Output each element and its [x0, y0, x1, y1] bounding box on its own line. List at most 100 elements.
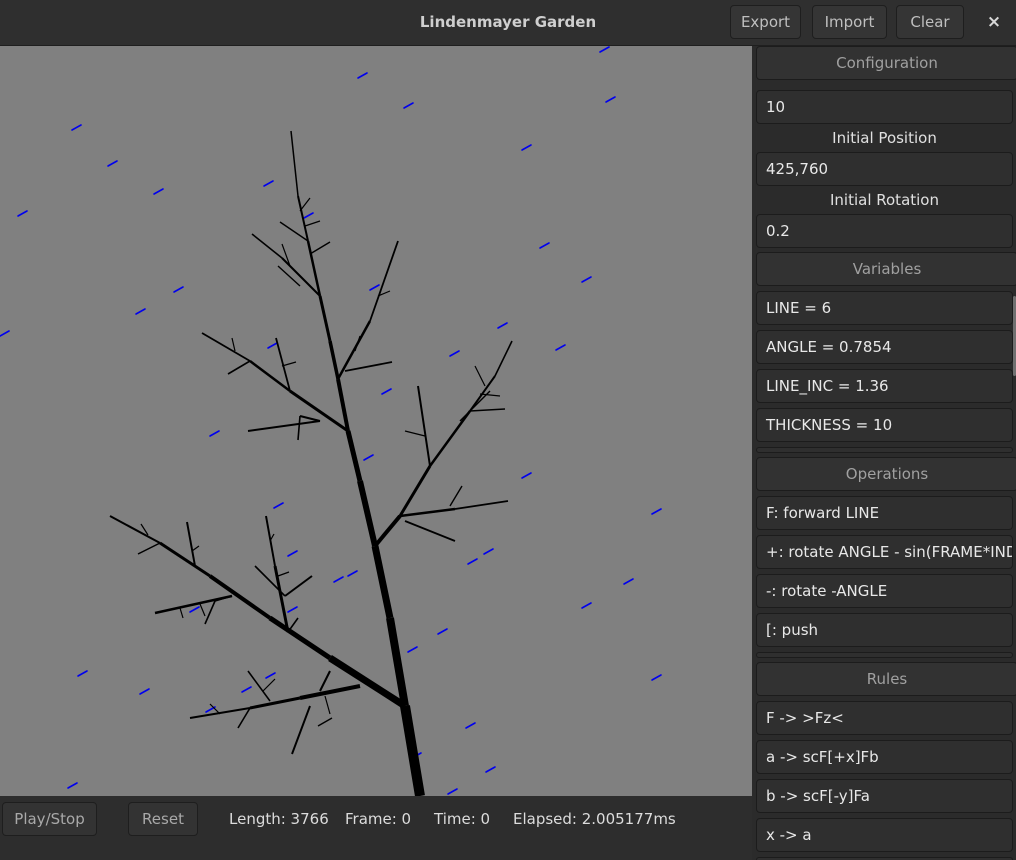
- rain-stroke: [209, 430, 220, 437]
- rain-stroke: [581, 602, 592, 609]
- tree-segment: [284, 575, 313, 597]
- rain-stroke: [651, 674, 662, 681]
- tree-segment: [299, 197, 311, 212]
- operation-item[interactable]: +: rotate ANGLE - sin(FRAME*INDEX: [756, 535, 1013, 569]
- rule-item[interactable]: a -> scF[+x]Fb: [756, 740, 1013, 774]
- rain-stroke: [77, 670, 88, 677]
- tree-segment: [357, 480, 378, 547]
- variable-item[interactable]: ANGLE = 0.7854: [756, 330, 1013, 364]
- iterations-field[interactable]: 10: [756, 90, 1013, 124]
- tree-segment: [208, 574, 272, 620]
- variable-item[interactable]: LINE = 6: [756, 291, 1013, 325]
- rain-stroke: [407, 646, 418, 653]
- tree-segment: [344, 361, 393, 372]
- rain-stroke: [17, 210, 28, 217]
- rain-stroke: [369, 284, 380, 291]
- tree-segment: [449, 485, 463, 507]
- operation-item[interactable]: -: rotate -ANGLE: [756, 574, 1013, 608]
- tree-segment: [369, 240, 399, 322]
- tree-segment: [281, 257, 321, 297]
- side-panel: Configuration 10 Initial Position 425,76…: [752, 46, 1016, 860]
- tree-segment: [199, 603, 206, 617]
- rule-item[interactable]: F -> >Fz<: [756, 701, 1013, 735]
- rain-stroke: [267, 342, 278, 349]
- elapsed-readout: Elapsed: 2.005177ms: [513, 810, 676, 828]
- tree-segment: [494, 340, 513, 377]
- rain-stroke: [467, 558, 478, 565]
- rain-stroke: [465, 722, 476, 729]
- tree-segment: [336, 320, 372, 380]
- rain-stroke: [403, 102, 414, 109]
- tree-segment: [268, 615, 332, 661]
- operations-header[interactable]: Operations: [756, 457, 1016, 491]
- rain-stroke: [263, 180, 274, 187]
- rain-stroke: [581, 276, 592, 283]
- tree-segment: [398, 465, 432, 517]
- tree-segment: [336, 378, 350, 432]
- initial-position-field[interactable]: 425,760: [756, 152, 1013, 186]
- tree-segment: [291, 705, 311, 755]
- rain-stroke: [303, 212, 314, 219]
- tree-segment: [247, 670, 271, 702]
- rain-stroke: [357, 72, 368, 79]
- operation-item[interactable]: [: push: [756, 613, 1013, 647]
- rain-stroke: [241, 686, 252, 693]
- tree-segment: [324, 695, 331, 715]
- operation-item[interactable]: F: forward LINE: [756, 496, 1013, 530]
- rain-stroke: [67, 782, 78, 789]
- tree-segment: [201, 332, 251, 362]
- tree-segment: [474, 365, 486, 387]
- rain-stroke: [381, 388, 392, 395]
- tree-segment: [354, 335, 361, 352]
- tree-segment: [262, 678, 276, 692]
- rain-stroke: [447, 788, 458, 795]
- rain-stroke: [605, 96, 616, 103]
- export-button[interactable]: Export: [730, 5, 801, 39]
- rule-item[interactable]: x -> a: [756, 818, 1013, 852]
- rain-stroke: [173, 286, 184, 293]
- tree-segment: [400, 705, 425, 796]
- tree-segment: [328, 655, 407, 709]
- rain-stroke: [539, 242, 550, 249]
- initial-rotation-label: Initial Rotation: [829, 191, 939, 209]
- reset-button[interactable]: Reset: [128, 802, 198, 836]
- rain-stroke: [521, 472, 532, 479]
- variable-item[interactable]: THICKNESS = 10: [756, 408, 1013, 442]
- tree-segment: [404, 520, 456, 542]
- rain-stroke: [189, 606, 200, 613]
- rain-stroke: [287, 550, 298, 557]
- tree-segment: [159, 541, 211, 578]
- clear-button[interactable]: Clear: [896, 5, 964, 39]
- rain-stroke: [135, 308, 146, 315]
- tree-segment: [319, 670, 331, 692]
- tree-segment: [287, 617, 299, 633]
- tree-segment: [479, 393, 501, 397]
- time-readout: Time: 0: [434, 810, 491, 828]
- title-bar: Lindenmayer Garden Export Import Clear ×: [0, 0, 1016, 46]
- rules-header[interactable]: Rules: [756, 662, 1016, 696]
- variable-item[interactable]: LINE_INC = 1.36: [756, 369, 1013, 403]
- initial-rotation-field[interactable]: 0.2: [756, 214, 1013, 248]
- play-stop-button[interactable]: Play/Stop: [2, 802, 97, 836]
- rule-item[interactable]: b -> scF[-y]Fa: [756, 779, 1013, 813]
- configuration-header[interactable]: Configuration: [756, 46, 1016, 80]
- rain-stroke: [347, 570, 358, 577]
- rain-stroke: [651, 508, 662, 515]
- tree-segment: [137, 542, 161, 555]
- rain-stroke: [555, 344, 566, 351]
- import-button[interactable]: Import: [812, 5, 887, 39]
- variables-header[interactable]: Variables: [756, 252, 1016, 286]
- lsystem-drawing: [0, 46, 662, 796]
- rain-stroke: [437, 628, 448, 635]
- frame-readout: Frame: 0: [345, 810, 412, 828]
- rain-stroke: [265, 672, 276, 679]
- close-icon[interactable]: ×: [978, 8, 1010, 36]
- length-readout: Length: 3766: [229, 810, 329, 828]
- tree-segment: [309, 241, 331, 255]
- variable-item-partial: [756, 447, 1013, 453]
- tree-segment: [345, 430, 363, 482]
- drawing-canvas[interactable]: [0, 46, 752, 796]
- tree-segment: [371, 545, 394, 619]
- tree-segment: [189, 707, 251, 719]
- tree-segment: [428, 410, 472, 467]
